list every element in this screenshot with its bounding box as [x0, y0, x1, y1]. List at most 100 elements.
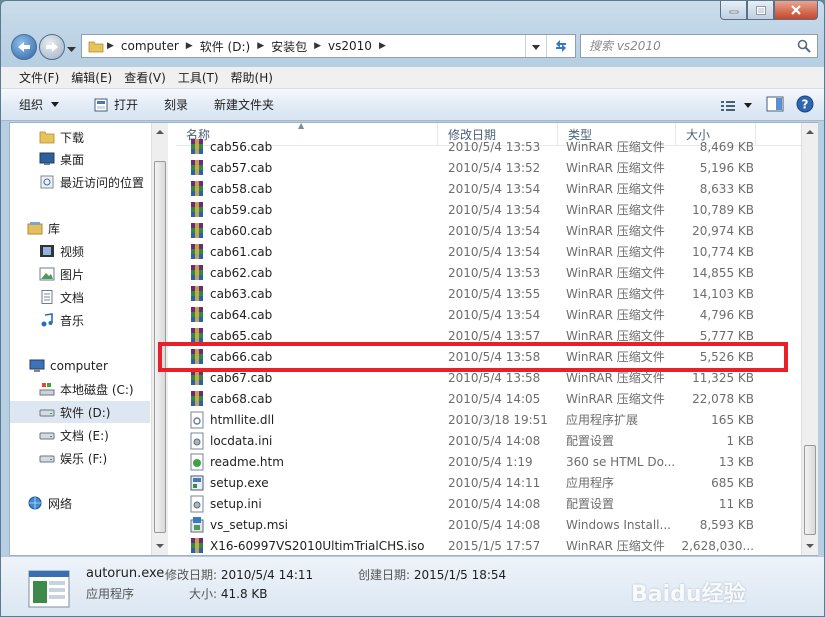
open-button[interactable]: 打开: [93, 96, 138, 113]
nav-item-computer[interactable]: computer: [10, 355, 150, 377]
command-bar: 组织 打开 刻录 新建文件夹 ?: [1, 89, 824, 121]
file-row[interactable]: cab63.cab 2010/5/4 13:55 WinRAR 压缩文件 14,103…: [176, 283, 801, 304]
history-dropdown[interactable]: [67, 42, 76, 56]
file-type: WinRAR 压缩文件: [566, 140, 665, 154]
back-button[interactable]: [11, 34, 37, 60]
file-date: 2010/5/4 14:08: [448, 517, 541, 532]
breadcrumb-install-packages[interactable]: 安装包: [267, 35, 311, 57]
address-dropdown-button[interactable]: [526, 39, 546, 53]
menu-file[interactable]: 文件(F): [13, 69, 65, 86]
svg-text:?: ?: [802, 98, 809, 112]
scroll-up-icon[interactable]: [802, 125, 818, 139]
forward-button[interactable]: [39, 34, 65, 60]
nav-item-label: 下载: [60, 130, 85, 145]
drive-icon: [38, 450, 56, 466]
new-folder-button[interactable]: 新建文件夹: [214, 96, 274, 113]
nav-item-downloads[interactable]: 下载: [10, 126, 150, 148]
pane-splitter[interactable]: [168, 123, 176, 555]
nav-item-drive-f[interactable]: 娱乐 (F:): [10, 447, 150, 469]
file-name: X16-60997VS2010UltimTrialCHS.iso: [210, 538, 425, 553]
file-row[interactable]: cab57.cab 2010/5/4 13:52 WinRAR 压缩文件 5,196 …: [176, 157, 801, 178]
minimize-button[interactable]: [720, 1, 747, 20]
file-row[interactable]: X16-60997VS2010UltimTrialCHS.iso 2015/1/5…: [176, 535, 801, 555]
scroll-down-icon[interactable]: [152, 539, 168, 553]
nav-item-pictures[interactable]: 图片: [10, 263, 150, 285]
file-row[interactable]: cab68.cab 2010/5/4 14:05 WinRAR 压缩文件 22,078…: [176, 388, 801, 409]
winrar-file-icon: [188, 159, 206, 177]
file-type: WinRAR 压缩文件: [566, 287, 665, 301]
file-date: 2010/5/4 13:54: [448, 244, 541, 259]
chevron-right-icon[interactable]: ▶: [311, 41, 324, 51]
file-date: 2015/1/5 17:57: [448, 538, 541, 553]
view-list-icon: [721, 100, 735, 111]
file-list-scrollbar[interactable]: [801, 123, 818, 555]
menu-tools[interactable]: 工具(T): [172, 69, 225, 86]
file-row[interactable]: setup.exe 2010/5/4 14:11 应用程序 685 KB: [176, 472, 801, 493]
file-name-cell: setup.ini: [176, 495, 438, 513]
nav-item-drive-d[interactable]: 软件 (D:): [10, 401, 150, 423]
file-row[interactable]: cab60.cab 2010/5/4 13:54 WinRAR 压缩文件 20,974…: [176, 220, 801, 241]
nav-item-libraries[interactable]: 库: [10, 217, 150, 239]
organize-button[interactable]: 组织: [19, 96, 67, 113]
menu-help[interactable]: 帮助(H): [225, 69, 279, 86]
chevron-right-icon[interactable]: ▶: [183, 41, 196, 51]
search-input[interactable]: [589, 39, 789, 53]
chevron-right-icon[interactable]: ▶: [254, 41, 267, 51]
nav-item-desktop[interactable]: 桌面: [10, 148, 150, 170]
file-row[interactable]: cab59.cab 2010/5/4 13:54 WinRAR 压缩文件 10,789…: [176, 199, 801, 220]
preview-pane-button[interactable]: [766, 96, 784, 115]
refresh-button[interactable]: [546, 35, 575, 57]
ini-file-icon: [188, 432, 206, 450]
nav-item-documents[interactable]: 文档: [10, 286, 150, 308]
nav-item-label: 本地磁盘 (C:): [60, 382, 134, 397]
nav-item-recent-places[interactable]: 最近访问的位置: [10, 171, 150, 193]
address-buttons: [525, 35, 575, 57]
file-row[interactable]: readme.htm 2010/5/4 1:19 360 se HTML Do...…: [176, 451, 801, 472]
nav-item-music[interactable]: 音乐: [10, 309, 150, 331]
file-row[interactable]: cab64.cab 2010/5/4 13:54 WinRAR 压缩文件 4,796 …: [176, 304, 801, 325]
file-row[interactable]: cab61.cab 2010/5/4 13:54 WinRAR 压缩文件 10,774…: [176, 241, 801, 262]
file-row[interactable]: locdata.ini 2010/5/4 14:08 配置设置 1 KB: [176, 430, 801, 451]
file-name-cell: cab62.cab: [176, 264, 438, 282]
navigation-scrollbar[interactable]: [151, 123, 168, 555]
nav-item-videos[interactable]: 视频: [10, 240, 150, 262]
minimize-icon: [729, 10, 738, 14]
highlight-box: [158, 342, 788, 372]
close-button[interactable]: [774, 1, 818, 20]
search-icon[interactable]: [797, 39, 811, 56]
file-row[interactable]: htmllite.dll 2010/3/18 19:51 应用程序扩展 165 KB: [176, 409, 801, 430]
file-list-scroll-thumb[interactable]: [804, 445, 816, 535]
breadcrumb-drive-d[interactable]: 软件 (D:): [196, 35, 254, 57]
details-filetype: 应用程序: [86, 587, 135, 601]
menu-view[interactable]: 查看(V): [118, 69, 172, 86]
file-row[interactable]: cab56.cab 2010/5/4 13:53 WinRAR 压缩文件 8,469 …: [176, 136, 801, 157]
file-row[interactable]: setup.ini 2010/5/4 14:08 配置设置 11 KB: [176, 493, 801, 514]
file-row[interactable]: vs_setup.msi 2010/5/4 14:08 Windows Instal…: [176, 514, 801, 535]
scroll-down-icon[interactable]: [802, 539, 818, 553]
file-row[interactable]: cab58.cab 2010/5/4 13:54 WinRAR 压缩文件 8,633 …: [176, 178, 801, 199]
breadcrumb-computer[interactable]: computer: [117, 35, 183, 57]
menu-edit[interactable]: 编辑(E): [65, 69, 118, 86]
application-icon: [27, 569, 71, 609]
address-bar[interactable]: ▶ computer ▶ 软件 (D:) ▶ 安装包 ▶ vs2010 ▶: [81, 34, 576, 58]
nav-item-drive-c[interactable]: 本地磁盘 (C:): [10, 378, 150, 400]
help-button[interactable]: ?: [796, 95, 814, 116]
change-view-button[interactable]: [720, 99, 754, 113]
maximize-button[interactable]: [747, 1, 774, 20]
file-name-cell: cab57.cab: [176, 159, 438, 177]
chevron-right-icon[interactable]: ▶: [376, 41, 389, 51]
nav-item-drive-e[interactable]: 文档 (E:): [10, 424, 150, 446]
burn-button[interactable]: 刻录: [164, 96, 188, 113]
breadcrumb-vs2010[interactable]: vs2010: [324, 35, 376, 57]
file-size: 14,103 KB: [692, 286, 754, 301]
system-drive-icon: [38, 381, 56, 397]
file-type: WinRAR 压缩文件: [566, 203, 665, 217]
file-date: 2010/5/4 13:53: [448, 265, 541, 280]
htm-file-icon: [188, 453, 206, 471]
scroll-up-icon[interactable]: [152, 125, 168, 139]
nav-item-network[interactable]: 网络: [10, 492, 150, 514]
file-size: 11,325 KB: [692, 370, 754, 385]
file-row[interactable]: cab62.cab 2010/5/4 13:53 WinRAR 压缩文件 14,855…: [176, 262, 801, 283]
details-filename: autorun.exe: [86, 566, 165, 581]
file-name-cell: locdata.ini: [176, 432, 438, 450]
